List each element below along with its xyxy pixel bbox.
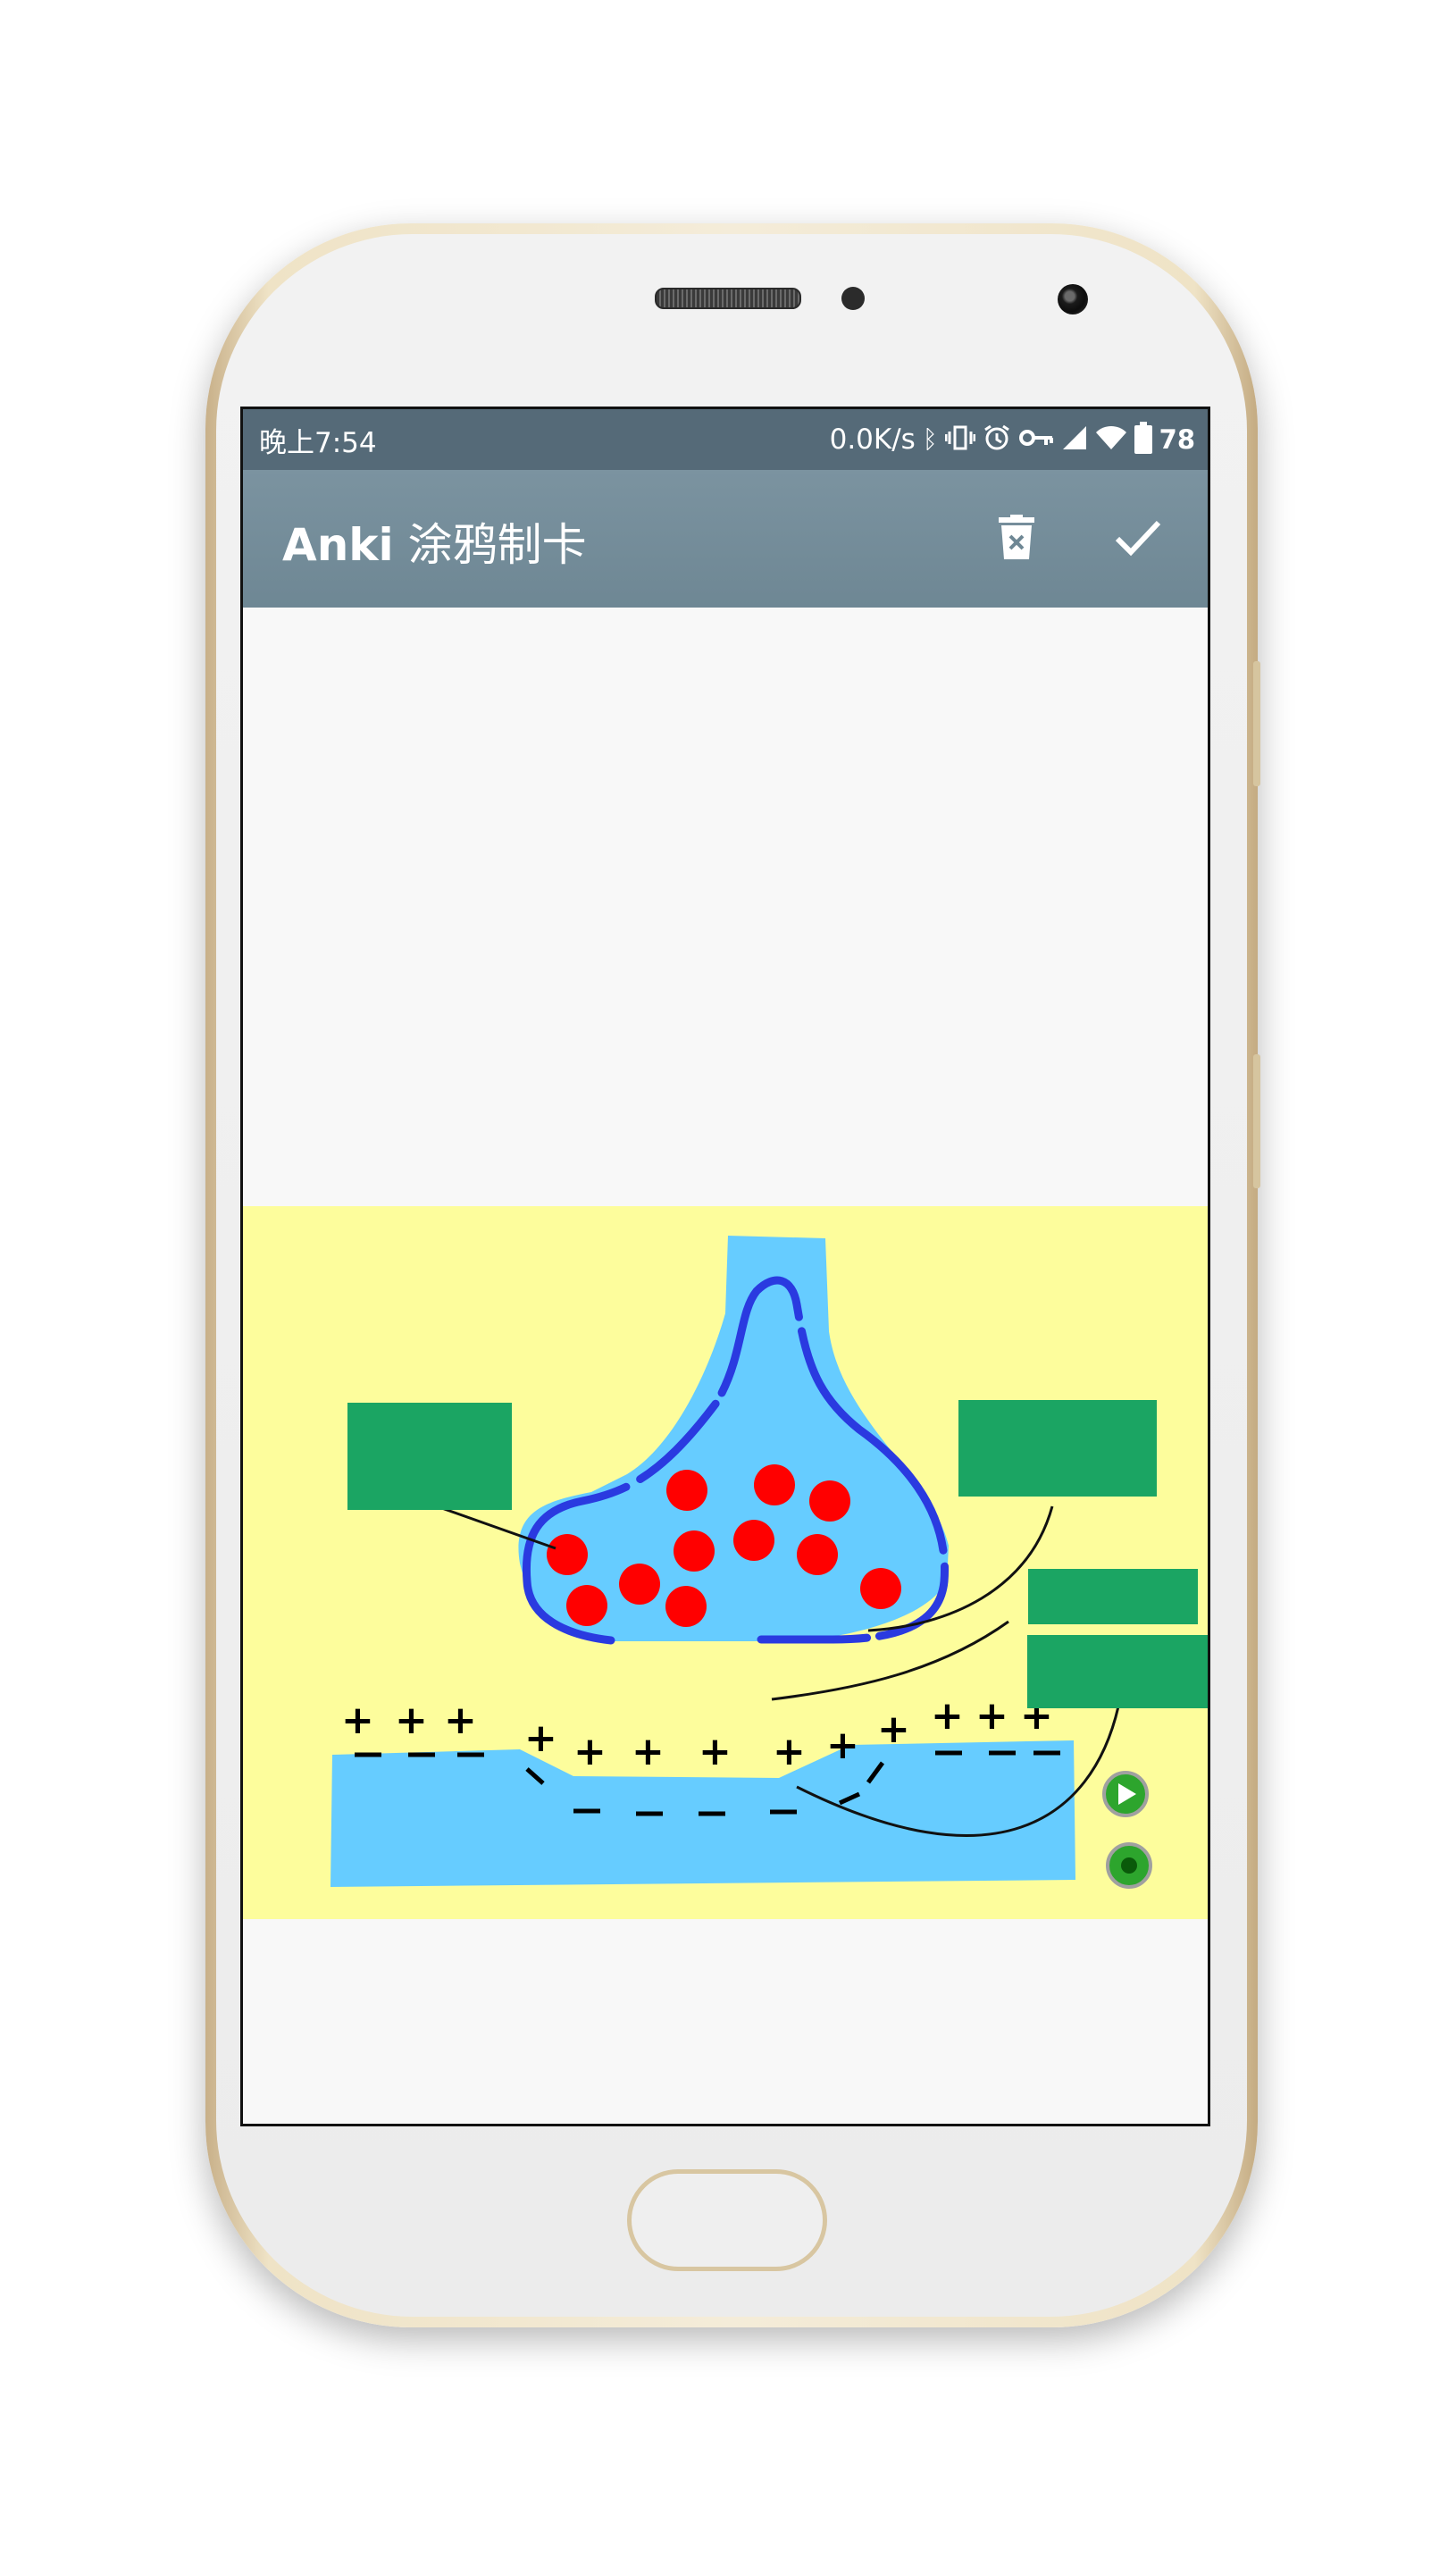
svg-text:+: + — [826, 1723, 859, 1768]
svg-text:+: + — [931, 1693, 964, 1739]
status-bar: 晚上7:54 0.0K/s ᛒ 78 — [243, 409, 1208, 470]
svg-text:+: + — [444, 1698, 477, 1743]
battery-level: 78 — [1159, 424, 1195, 455]
battery-icon — [1134, 422, 1152, 454]
delete-button[interactable] — [984, 506, 1049, 570]
svg-text:+: + — [395, 1698, 428, 1743]
delete-icon — [999, 515, 1034, 559]
signal-icon — [1061, 424, 1088, 456]
volume-button — [1253, 661, 1260, 786]
svg-text:+: + — [699, 1729, 732, 1774]
svg-text:+: + — [341, 1698, 374, 1743]
proximity-sensor — [841, 287, 865, 310]
bluetooth-icon: ᛒ — [922, 424, 938, 454]
synapse-drawing: + + + + + + + + + + + + + — [243, 1206, 1208, 1919]
earpiece-speaker — [655, 288, 801, 309]
svg-text:+: + — [773, 1729, 806, 1774]
drawing-svg: + + + + + + + + + + + + + — [331, 1236, 1208, 1889]
check-icon — [1115, 520, 1161, 557]
svg-text:+: + — [573, 1729, 607, 1774]
front-camera — [1058, 284, 1088, 314]
network-speed: 0.0K/s — [829, 423, 916, 456]
svg-text:+: + — [632, 1729, 665, 1774]
label-box-2 — [958, 1400, 1157, 1497]
wifi-icon — [1095, 424, 1127, 456]
app-bar: Anki 涂鸦制卡 — [243, 470, 1208, 608]
vpn-key-icon — [1018, 427, 1054, 453]
home-button[interactable] — [627, 2169, 827, 2271]
confirm-button[interactable] — [1106, 506, 1170, 570]
label-box-1 — [347, 1403, 512, 1510]
status-icons: 0.0K/s ᛒ 78 — [829, 422, 1195, 457]
power-button — [1253, 1054, 1260, 1188]
doodle-canvas[interactable]: + + + + + + + + + + + + + — [243, 608, 1208, 2124]
svg-text:+: + — [975, 1693, 1008, 1739]
record-button — [1106, 1842, 1152, 1889]
vibrate-icon — [944, 424, 976, 456]
label-box-3 — [1028, 1569, 1198, 1624]
svg-text:+: + — [877, 1706, 910, 1752]
page-title: Anki 涂鸦制卡 — [282, 509, 587, 574]
svg-text:+: + — [524, 1715, 557, 1761]
title-screen-name: 涂鸦制卡 — [393, 519, 587, 571]
label-box-4 — [1027, 1635, 1208, 1708]
status-time: 晚上7:54 — [259, 426, 377, 459]
play-button — [1102, 1771, 1149, 1817]
alarm-icon — [983, 423, 1011, 457]
title-app-name: Anki — [282, 519, 394, 571]
phone-screen: 晚上7:54 0.0K/s ᛒ 78 Anki 涂鸦制卡 + + + + + +… — [240, 407, 1210, 2126]
